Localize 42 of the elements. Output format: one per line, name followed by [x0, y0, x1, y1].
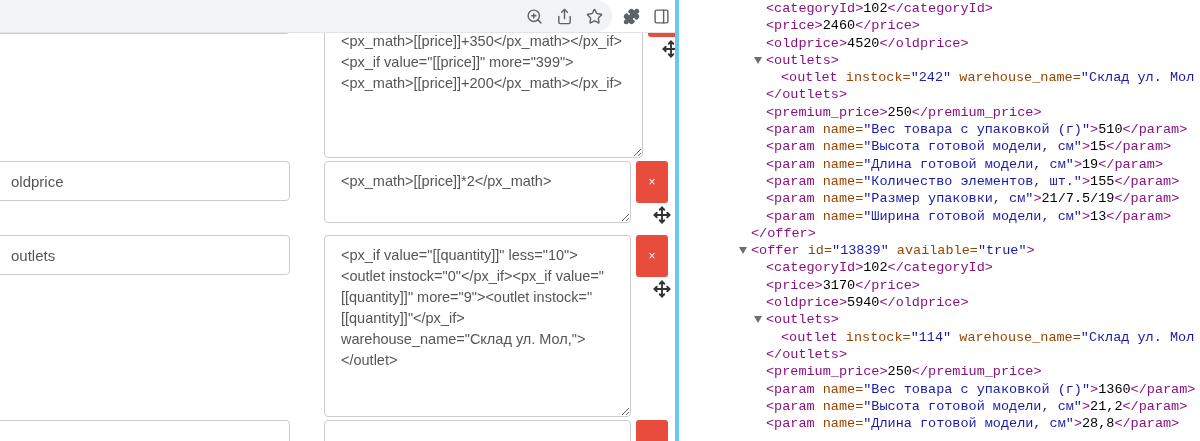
xml-line: <categoryId>102</categoryId>: [765, 0, 994, 18]
code-textarea[interactable]: <px_if value="[[quantity]]" less="10"><outlet instock="0"</px_if><px_if value="[[quantity]]" more="9"><outlet instock="[[quantity]]"</px_if> warehouse_name="Склад ул. Мол,"></outlet>: [324, 235, 631, 417]
xml-line: </outlets>: [765, 345, 849, 364]
xml-line: <premium_price>250</premium_price>: [765, 103, 1043, 122]
name-field[interactable]: outlets: [0, 235, 290, 275]
xml-line: <outlet instock="114" warehouse_name="Склад ул. Мол: [780, 328, 1196, 346]
xml-line: <premium_price>250</premium_price>: [765, 363, 1043, 381]
xml-line[interactable]: <offer id="13839" available="true">: [679, 242, 1200, 260]
xml-line[interactable]: <outlets>: [679, 51, 1200, 70]
xml-line: <price>3170</price>: [765, 276, 921, 295]
move-icon[interactable]: [653, 280, 671, 298]
xml-line: </outlets>: [765, 86, 849, 104]
name-field[interactable]: oldprice: [0, 161, 290, 201]
xml-line: <categoryId>102</categoryId>: [765, 259, 994, 277]
xml-line: <price>2460</price>: [765, 17, 921, 35]
puzzle-icon[interactable]: [622, 7, 640, 25]
xml-line: <outlet instock="242" warehouse_name="Склад ул. Мол: [780, 69, 1196, 87]
expand-triangle-icon[interactable]: [754, 56, 762, 64]
xml-line: <param name="Вес товара с упаковкой (г)">1360</param>: [765, 380, 1197, 398]
xml-line: </offer>: [750, 224, 817, 243]
delete-button[interactable]: ×: [636, 161, 668, 203]
xml-line: <param name="Длина готовой модели, см">19</param>: [765, 155, 1164, 173]
xml-line: <param name="Ширина готовой модели, см">13</param>: [765, 207, 1173, 225]
delete-button[interactable]: ×: [636, 235, 668, 277]
share-icon[interactable]: [555, 7, 573, 25]
expand-triangle-icon[interactable]: [739, 247, 747, 255]
xml-line: <param name="Размер упаковки, см">21/7.5/19</param>: [765, 190, 1181, 208]
move-icon[interactable]: [653, 206, 671, 224]
xml-line: <param name="Количество элементов, шт.">155</param>: [765, 172, 1181, 191]
xml-line: <param name="Высота готовой модели, см">21,2</param>: [765, 397, 1189, 416]
xml-line: <param name="Длина готовой модели, см">28,8</param>: [765, 415, 1181, 433]
code-textarea[interactable]: <px_math>[[price]]+350</px_math></px_if><px_if value="[[price]]" more="399"><px_math>[[price]]+200</px_math></px_if>: [324, 33, 643, 158]
star-icon[interactable]: [585, 7, 603, 25]
side-panel-icon[interactable]: [652, 7, 670, 25]
xml-line: <param name="Вес товара с упаковкой (г)">510</param>: [765, 121, 1189, 139]
zoom-in-icon[interactable]: [525, 7, 543, 25]
xml-line: <oldprice>4520</oldprice>: [765, 34, 970, 52]
xml-line: <oldprice>5940</oldprice>: [765, 294, 970, 312]
code-textarea[interactable]: <px_math>[[price]]*2</px_math>: [324, 161, 631, 223]
xml-line: <param name="Высота готовой модели, см">15</param>: [765, 138, 1173, 156]
expand-triangle-icon[interactable]: [754, 316, 762, 324]
xml-line[interactable]: <outlets>: [679, 311, 1200, 329]
